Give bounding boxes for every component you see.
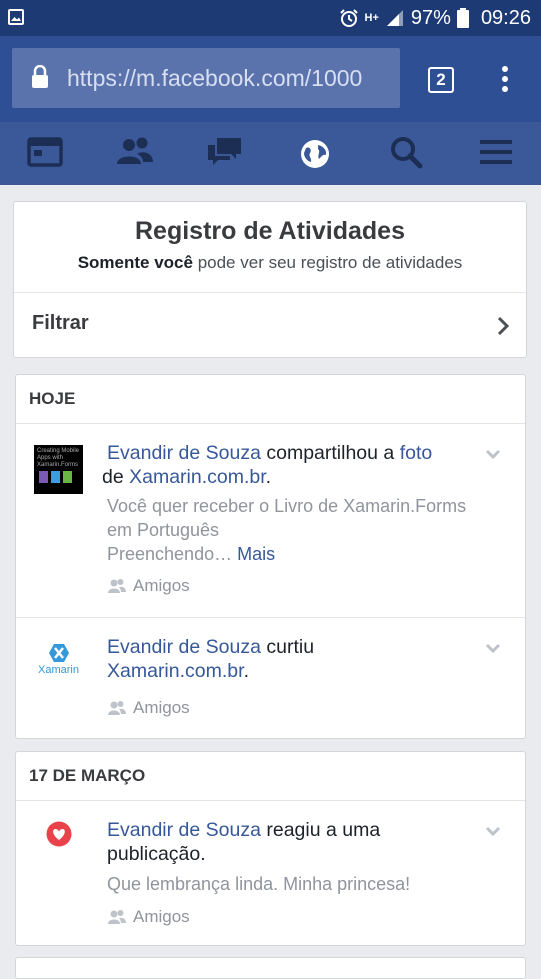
activity-story: Evandir de Souza reagiu a uma publicação. [107,818,495,866]
story-verb: curtiu [260,636,315,658]
chevron-right-icon[interactable] [496,315,510,337]
audience-text: Amigos [133,907,190,926]
section-date-header: 17 DE MARÇO [29,766,146,785]
story-end: . [265,466,272,488]
gallery-notification-icon [8,9,24,25]
story-verb: compartilhou a [260,442,400,464]
friends-audience-icon [108,701,126,715]
next-section-card [15,957,526,979]
story-connector: de [102,466,130,488]
tab-switcher-button[interactable]: 2 [428,67,454,93]
chevron-down-icon[interactable] [485,643,501,653]
page-link[interactable]: Xamarin.com.br [107,660,244,682]
audience-text: Amigos [133,698,190,717]
post-preview: Você quer receber o Livro de Xamarin.For… [107,494,505,566]
privacy-note-bold: Somente você [77,253,193,272]
browser-toolbar: https://m.facebook.com/1000 2 [0,36,541,122]
shared-photo-thumbnail[interactable]: Creating Mobile Apps with Xamarin.Forms [34,445,83,494]
url-text: https://m.facebook.com/1000 [67,65,363,91]
actor-link[interactable]: Evandir de Souza [107,819,261,841]
notifications-globe-icon[interactable] [296,134,336,170]
activity-item: Creating Mobile Apps with Xamarin.Forms … [16,424,525,617]
photo-link[interactable]: foto [400,442,433,464]
privacy-note: Somente você pode ver seu registro de at… [14,253,526,273]
love-reaction-icon[interactable] [46,821,72,847]
chevron-down-icon[interactable] [485,449,501,459]
chevron-down-icon[interactable] [485,826,501,836]
more-options-icon[interactable] [500,66,510,94]
activity-item: Evandir de Souza reagiu a uma publicação.… [16,801,525,945]
news-feed-icon[interactable] [26,134,66,170]
url-field[interactable]: https://m.facebook.com/1000 [12,48,400,108]
lock-icon [32,65,48,88]
friends-audience-icon [108,579,126,593]
story-end: . [243,660,249,682]
activity-section-today: HOJE Creating Mobile Apps with Xamarin.F… [15,374,526,739]
activity-story: Evandir de Souza curtiu Xamarin.com.br. [107,635,495,683]
filter-button[interactable]: Filtrar [32,312,89,335]
section-date-header: HOJE [29,389,76,408]
audience-label: Amigos [107,698,190,718]
preview-line: em Português [107,520,220,540]
alarm-icon [339,9,358,27]
logo-text: Xamarin [38,664,79,676]
actor-link[interactable]: Evandir de Souza [107,442,261,464]
audience-label: Amigos [107,907,190,927]
privacy-note-text: pode ver seu registro de atividades [192,253,463,272]
post-preview: Que lembrança linda. Minha princesa! [107,872,505,896]
battery-percentage: 97% [410,6,451,29]
preview-line: Preenchendo… [107,544,238,564]
messages-icon[interactable] [205,134,245,170]
preview-line: Você quer receber o Livro de Xamarin.For… [107,496,467,516]
status-bar: H+ 97% 09:26 [0,0,541,36]
divider [14,292,526,293]
clock: 09:26 [480,6,531,29]
menu-icon[interactable] [476,134,516,170]
thumbnail-caption: Creating Mobile Apps with Xamarin.Forms [37,448,80,468]
activity-item: Xamarin Evandir de Souza curtiu Xamarin.c… [16,618,525,738]
friends-audience-icon [108,910,126,924]
audience-label: Amigos [107,576,190,596]
xamarin-logo[interactable]: Xamarin [34,643,83,692]
activity-section-march-17: 17 DE MARÇO Evandir de Souza reagiu a um… [15,751,526,946]
battery-icon [456,8,469,28]
audience-text: Amigos [133,576,190,595]
story-verb: reagiu a uma [260,819,381,841]
friends-icon[interactable] [115,134,155,170]
xamarin-hexagon-icon [48,644,69,662]
page-title: Registro de Atividades [135,217,405,245]
book-covers-image [39,471,72,483]
page-link[interactable]: Xamarin.com.br [129,466,266,488]
network-type: H+ [364,12,379,24]
activity-story: Evandir de Souza compartilhou a foto de … [102,441,495,489]
activity-log-header-card: Registro de Atividades Somente você pode… [13,201,527,358]
actor-link[interactable]: Evandir de Souza [107,636,261,658]
facebook-nav-bar: 1 [0,122,541,274]
see-more-link[interactable]: Mais [237,544,275,564]
search-icon[interactable] [386,134,426,170]
preview-line: Que lembrança linda. Minha princesa! [107,874,411,894]
signal-icon [386,10,403,26]
story-object[interactable]: publicação. [107,843,206,865]
